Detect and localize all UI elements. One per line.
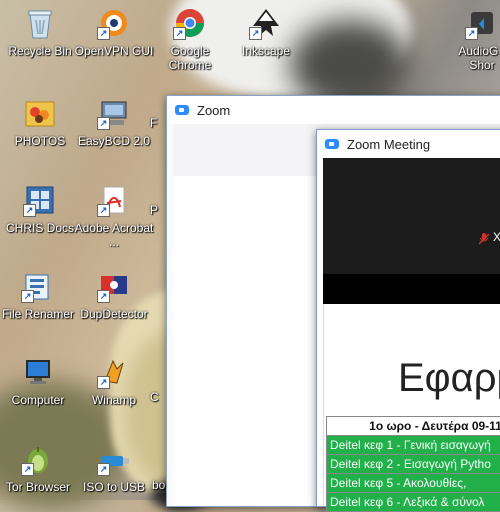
shortcut-arrow-icon: ↗ <box>97 27 110 40</box>
participant-tile[interactable]: X <box>473 230 500 250</box>
desktop-icon-iso-to-usb[interactable]: ↗ ISO to USB <box>74 442 154 494</box>
desktop-icon-label: File Renamer <box>2 307 74 321</box>
recycle-bin-icon <box>23 6 57 40</box>
zoom-window-titlebar[interactable]: Zoom <box>167 96 500 124</box>
zoom-camera-icon <box>175 105 189 115</box>
desktop-icon-adobe-acrobat[interactable]: ↗ Adobe Acrobat ... <box>74 183 154 249</box>
inkscape-icon: ↗ <box>249 6 283 40</box>
desktop-icon-label: Adobe Acrobat ... <box>75 221 154 249</box>
desktop-icon-label: bo <box>152 478 165 492</box>
desktop-icon-google-chrome[interactable]: ↗ Google Chrome <box>150 6 230 72</box>
shortcut-arrow-icon: ↗ <box>97 376 110 389</box>
muted-mic-icon <box>479 232 489 244</box>
openvpn-icon: ↗ <box>97 6 131 40</box>
tor-browser-icon: ↗ <box>21 442 55 476</box>
desktop-icon-label: Computer <box>12 393 65 407</box>
shortcut-arrow-icon: ↗ <box>173 27 186 40</box>
audio-icon: ↗ <box>465 6 499 40</box>
iso-to-usb-icon: ↗ <box>97 442 131 476</box>
desktop-icon-easybcd[interactable]: ↗ EasyBCD 2.0 <box>74 96 154 148</box>
zoom-camera-icon <box>325 139 339 149</box>
table-row: Deitel κεφ 1 - Γενική εισαγωγή <box>327 436 500 455</box>
shortcut-arrow-icon: ↗ <box>465 27 478 40</box>
desktop-icon-label: PHOTOS <box>15 134 65 148</box>
shortcut-arrow-icon: ↗ <box>249 27 262 40</box>
desktop-icon-label: F <box>150 116 157 130</box>
desktop-icon-label: Winamp <box>92 393 136 407</box>
photos-folder-icon <box>23 96 57 130</box>
desktop-icon-label: ISO to USB <box>83 480 145 494</box>
desktop-icon-label: C <box>150 390 159 404</box>
chrome-icon: ↗ <box>173 6 207 40</box>
desktop-icon-label: CHRIS Docs <box>6 221 74 235</box>
table-cell: Deitel κεφ 1 - Γενική εισαγωγή <box>327 436 500 455</box>
desktop-icon-label: P <box>150 203 158 217</box>
shared-screen: Εφαρμ 1ο ωρο - Δευτέρα 09-11 Deitel κεφ … <box>323 304 500 506</box>
participant-name: X <box>493 230 500 244</box>
table-cell: Deitel κεφ 5 - Ακολουθίες, <box>327 474 500 493</box>
desktop-icon-label: AudioG - Shor <box>458 44 500 72</box>
shortcut-arrow-icon: ↗ <box>97 290 110 303</box>
zoom-meeting-titlebar[interactable]: Zoom Meeting <box>317 130 500 158</box>
dupdetector-icon: ↗ <box>97 269 131 303</box>
desktop-icon-openvpn[interactable]: ↗ OpenVPN GUI <box>74 6 154 58</box>
desktop-icon-label: Google Chrome <box>169 44 212 72</box>
desktop-icon-winamp[interactable]: ↗ Winamp <box>74 355 154 407</box>
desktop-icon-tor-browser[interactable]: ↗ Tor Browser <box>0 442 78 494</box>
shortcut-arrow-icon: ↗ <box>97 463 110 476</box>
shortcut-arrow-icon: ↗ <box>21 290 34 303</box>
shortcut-arrow-icon: ↗ <box>97 204 110 217</box>
desktop-icon-photos[interactable]: PHOTOS <box>0 96 80 148</box>
zoom-meeting-window[interactable]: Zoom Meeting X Εφαρμ 1ο ωρο - Δευτέρα 09… <box>316 129 500 507</box>
desktop-icon-label: Recycle Bin <box>8 44 71 58</box>
table-header-cell: 1ο ωρο - Δευτέρα 09-11 <box>327 417 500 436</box>
desktop-icon-label: OpenVPN GUI <box>75 44 154 58</box>
desktop-icon-inkscape[interactable]: ↗ Inkscape <box>226 6 306 58</box>
table-cell: Deitel κεφ 6 - Λεξικά & σύνολ <box>327 493 500 512</box>
desktop-icon-label: Tor Browser <box>6 480 70 494</box>
table-header-row: 1ο ωρο - Δευτέρα 09-11 <box>327 417 500 436</box>
desktop-icon-file-renamer[interactable]: ↗ File Renamer <box>0 269 78 321</box>
table-row: Deitel κεφ 6 - Λεξικά & σύνολ <box>327 493 500 512</box>
desktop-icon-computer[interactable]: Computer <box>0 355 78 407</box>
table-row: Deitel κεφ 2 - Εισαγωγή Pytho <box>327 455 500 474</box>
computer-icon <box>21 355 55 389</box>
desktop-icon-recycle-bin[interactable]: Recycle Bin <box>0 6 80 58</box>
file-renamer-icon: ↗ <box>21 269 55 303</box>
desktop-icon-label: DupDetector <box>80 307 147 321</box>
slide-title: Εφαρμ <box>398 356 500 401</box>
docs-folder-icon: ↗ <box>23 183 57 217</box>
shortcut-arrow-icon: ↗ <box>21 463 34 476</box>
desktop-icon-audio[interactable]: ↗ AudioG - Shor <box>452 6 500 72</box>
table-cell: Deitel κεφ 2 - Εισαγωγή Pytho <box>327 455 500 474</box>
zoom-meeting-title: Zoom Meeting <box>347 137 430 152</box>
video-strip-bottom <box>323 274 500 304</box>
shortcut-arrow-icon: ↗ <box>23 204 36 217</box>
shortcut-arrow-icon: ↗ <box>97 117 110 130</box>
table-row: Deitel κεφ 5 - Ακολουθίες, <box>327 474 500 493</box>
desktop-icon-chris-docs[interactable]: ↗ CHRIS Docs <box>0 183 80 235</box>
zoom-window-title: Zoom <box>197 103 230 118</box>
desktop-icon-label: Inkscape <box>242 44 290 58</box>
acrobat-icon: ↗ <box>97 183 131 217</box>
desktop-icon-dupdetector[interactable]: ↗ DupDetector <box>74 269 154 321</box>
winamp-icon: ↗ <box>97 355 131 389</box>
desktop-icon-label: EasyBCD 2.0 <box>78 134 150 148</box>
easybcd-icon: ↗ <box>97 96 131 130</box>
video-strip: X <box>323 158 500 274</box>
schedule-table: 1ο ωρο - Δευτέρα 09-11 Deitel κεφ 1 - Γε… <box>326 416 500 512</box>
